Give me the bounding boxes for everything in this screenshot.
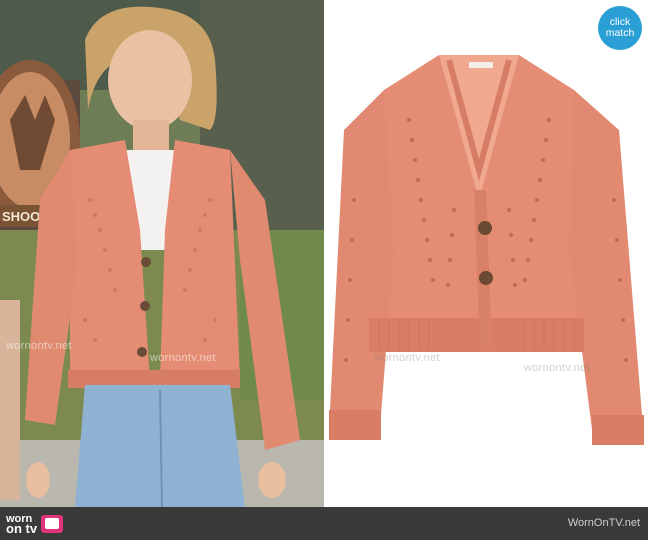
click-to-match-button[interactable]: click match <box>598 6 642 50</box>
watermark: wornontv.net <box>524 362 590 374</box>
watermark: wornontv.net <box>374 352 440 364</box>
tv-icon <box>41 515 64 533</box>
scene-photo: SHOOTIN wornontv.net wornontv.net <box>0 0 324 507</box>
wornontv-logo[interactable]: worn on tv <box>6 511 64 537</box>
footer-bar: worn on tv WornOnTV.net <box>0 507 648 540</box>
watermark: wornontv.net <box>150 352 216 364</box>
product-photo[interactable]: wornontv.net wornontv.net <box>324 0 648 507</box>
logo-text: worn on tv <box>6 514 38 536</box>
site-name: WornOnTV.net <box>567 517 640 529</box>
watermark: wornontv.net <box>6 340 72 352</box>
logo-line2: on tv <box>6 521 38 536</box>
button-line2: match <box>605 27 635 39</box>
